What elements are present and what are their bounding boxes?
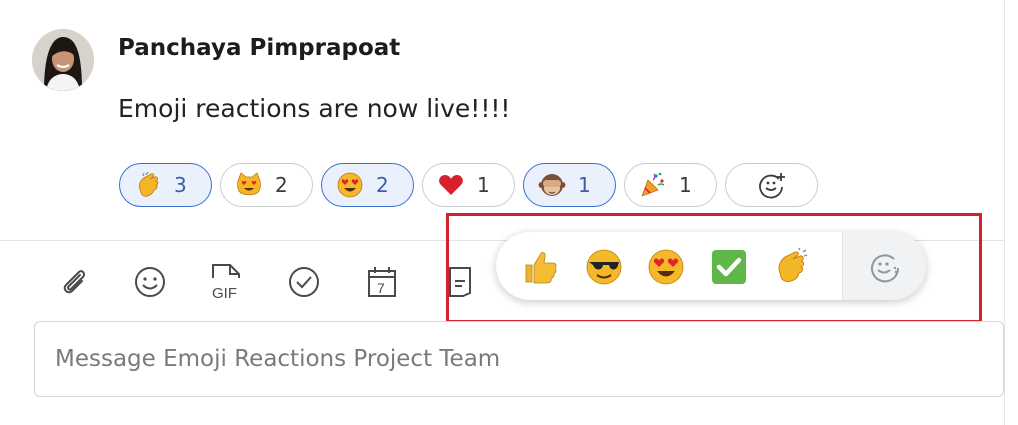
emoji-icon (135, 267, 165, 297)
reaction-chip-heart[interactable]: 1 (422, 163, 515, 207)
attachment-icon (63, 270, 86, 294)
add-reaction-icon (758, 173, 785, 199)
party-popper-icon (641, 172, 665, 197)
heart-eyes-icon (337, 172, 363, 198)
heart-eyes-icon (648, 249, 684, 285)
see-no-evil-monkey-icon (538, 174, 566, 196)
add-reaction-button[interactable] (725, 163, 818, 207)
more-reactions-button[interactable] (842, 232, 926, 300)
reaction-chip-clap[interactable]: 3 (119, 163, 212, 207)
quick-reaction-check-mark[interactable] (710, 248, 748, 286)
sender-name[interactable]: Panchaya Pimprapoat (118, 35, 400, 61)
reaction-count: 3 (174, 173, 187, 197)
quick-reaction-clap[interactable] (772, 248, 810, 286)
avatar[interactable] (32, 29, 94, 91)
calendar-button[interactable]: 7 (364, 264, 400, 300)
thumbs-up-icon (525, 252, 557, 284)
sunglasses-icon (586, 249, 622, 285)
heart-icon (439, 175, 463, 195)
reaction-count: 2 (275, 173, 288, 197)
reaction-chip-heart-eyes-cat[interactable]: 2 (220, 163, 313, 207)
clap-icon (138, 171, 159, 197)
reaction-count: 1 (477, 173, 490, 197)
task-button[interactable] (286, 264, 322, 300)
note-icon (449, 267, 471, 297)
reaction-count: 2 (376, 173, 389, 197)
heart-eyes-cat-icon (237, 172, 261, 196)
reaction-chip-monkey[interactable]: 1 (523, 163, 616, 207)
clap-icon (778, 248, 808, 282)
gif-icon: GIF (212, 264, 240, 302)
reaction-chip-heart-eyes[interactable]: 2 (321, 163, 414, 207)
svg-text:GIF: GIF (212, 285, 237, 302)
reaction-count: 1 (578, 173, 591, 197)
emoji-button[interactable] (132, 264, 168, 300)
gif-button[interactable]: GIF (208, 264, 244, 302)
note-button[interactable] (442, 264, 478, 300)
quick-reaction-thumbs-up[interactable] (521, 248, 559, 286)
reaction-chip-party-popper[interactable]: 1 (624, 163, 717, 207)
calendar-icon: 7 (368, 267, 396, 297)
panel-edge (1004, 0, 1005, 425)
check-icon (289, 267, 319, 297)
check-mark-icon (712, 250, 746, 284)
message-text: Emoji reactions are now live!!!! (118, 94, 511, 123)
reaction-count: 1 (679, 173, 692, 197)
quick-reaction-heart-eyes[interactable] (647, 248, 685, 286)
quick-reaction-picker (496, 232, 926, 300)
svg-text:7: 7 (377, 280, 385, 296)
attachment-button[interactable] (56, 264, 92, 300)
add-reaction-icon (870, 254, 899, 283)
quick-reaction-sunglasses[interactable] (585, 248, 623, 286)
message-input[interactable]: Message Emoji Reactions Project Team (34, 321, 1004, 397)
